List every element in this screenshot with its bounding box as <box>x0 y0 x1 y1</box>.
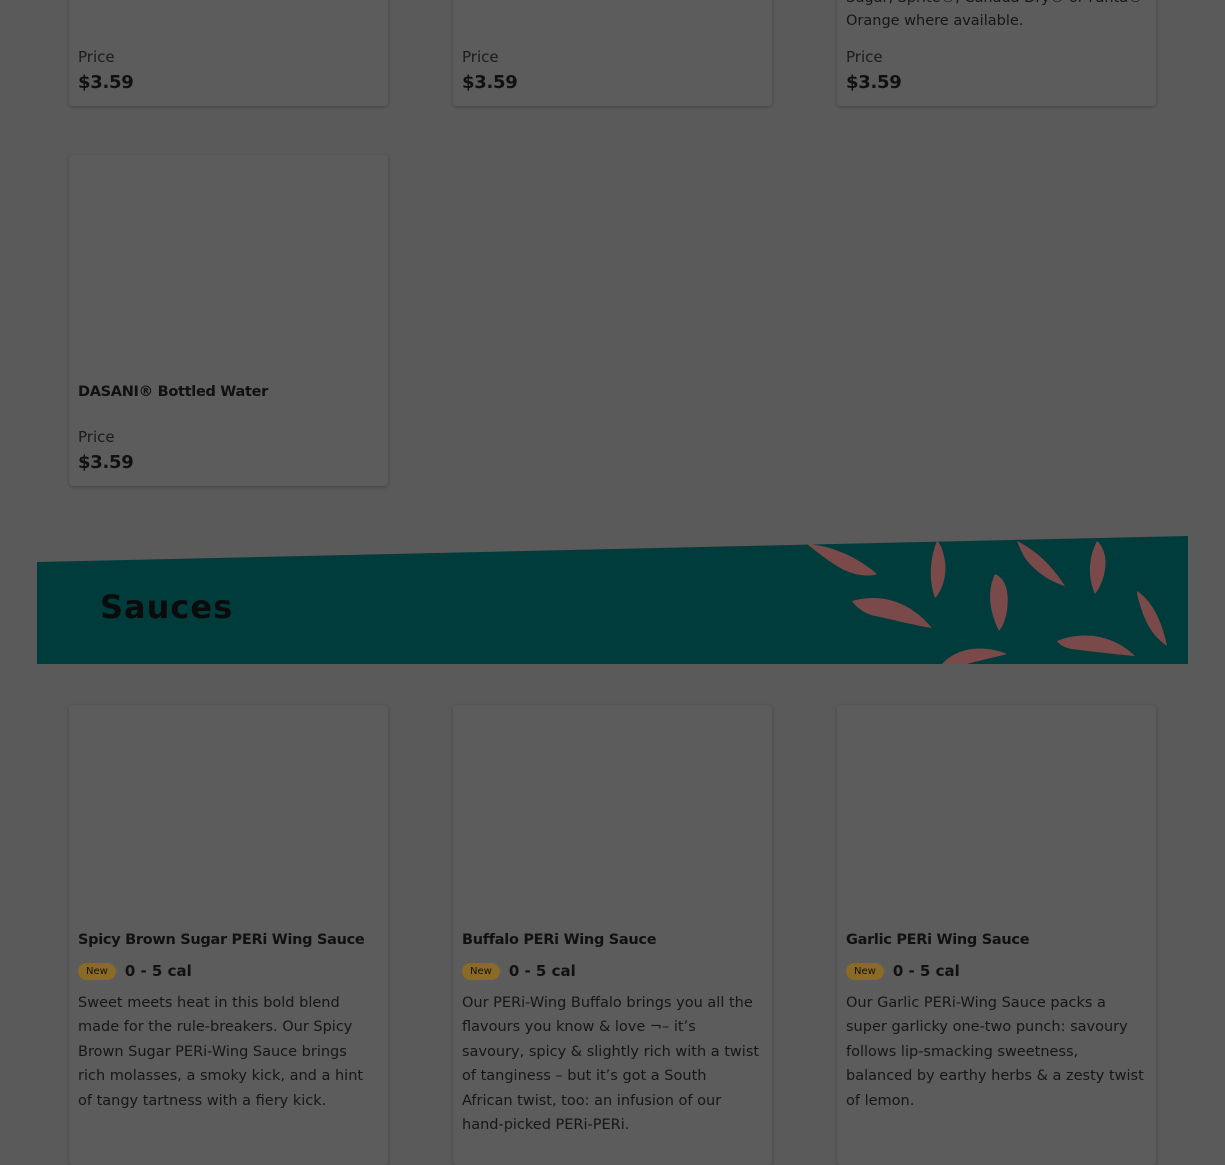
item-meta: New 0 - 5 cal <box>846 962 960 980</box>
item-description-line: Orange where available. <box>846 13 1024 29</box>
price-value: $3.59 <box>846 72 902 93</box>
price-label: Price <box>78 48 115 66</box>
menu-card-buffalo[interactable]: Buffalo PERi Wing Sauce New 0 - 5 cal Ou… <box>453 705 772 1165</box>
menu-card-spicy-brown-sugar[interactable]: Spicy Brown Sugar PERi Wing Sauce New 0 … <box>69 705 388 1165</box>
calories: 0 - 5 cal <box>508 962 576 980</box>
menu-card-garlic[interactable]: Garlic PERi Wing Sauce New 0 - 5 cal Our… <box>837 705 1156 1165</box>
product-image <box>837 705 1156 925</box>
product-image <box>69 705 388 925</box>
calories: 0 - 5 cal <box>124 962 192 980</box>
item-description: Our Garlic PERi-Wing Sauce packs a super… <box>846 995 1144 1109</box>
product-image <box>69 155 388 370</box>
menu-card[interactable]: Price $3.59 <box>69 0 388 106</box>
item-meta: New 0 - 5 cal <box>462 962 576 980</box>
price-label: Price <box>78 428 115 446</box>
product-image <box>453 705 772 925</box>
item-meta: New 0 - 5 cal <box>78 962 192 980</box>
item-description: Sweet meets heat in this bold blend made… <box>78 995 364 1109</box>
menu-card-dasani[interactable]: DASANI® Bottled Water Price $3.59 <box>69 155 388 486</box>
price-label: Price <box>462 48 499 66</box>
price-value: $3.59 <box>78 452 134 473</box>
item-name: Garlic PERi Wing Sauce <box>846 932 1030 948</box>
price-value: $3.59 <box>462 72 518 93</box>
item-name: Buffalo PERi Wing Sauce <box>462 932 657 948</box>
item-name: DASANI® Bottled Water <box>78 384 268 400</box>
new-badge: New <box>462 962 500 980</box>
item-description: Our PERi-Wing Buffalo brings you all the… <box>462 995 760 1134</box>
menu-card[interactable]: Sugar, Sprite®, Canada Dry® or Fanta® Or… <box>837 0 1156 106</box>
new-badge: New <box>78 962 116 980</box>
price-label: Price <box>846 48 883 66</box>
menu-card[interactable]: Price $3.59 <box>453 0 772 106</box>
section-title: Sauces <box>100 588 234 626</box>
calories: 0 - 5 cal <box>892 962 960 980</box>
item-name: Spicy Brown Sugar PERi Wing Sauce <box>78 932 365 948</box>
new-badge: New <box>846 962 884 980</box>
price-value: $3.59 <box>78 72 134 93</box>
